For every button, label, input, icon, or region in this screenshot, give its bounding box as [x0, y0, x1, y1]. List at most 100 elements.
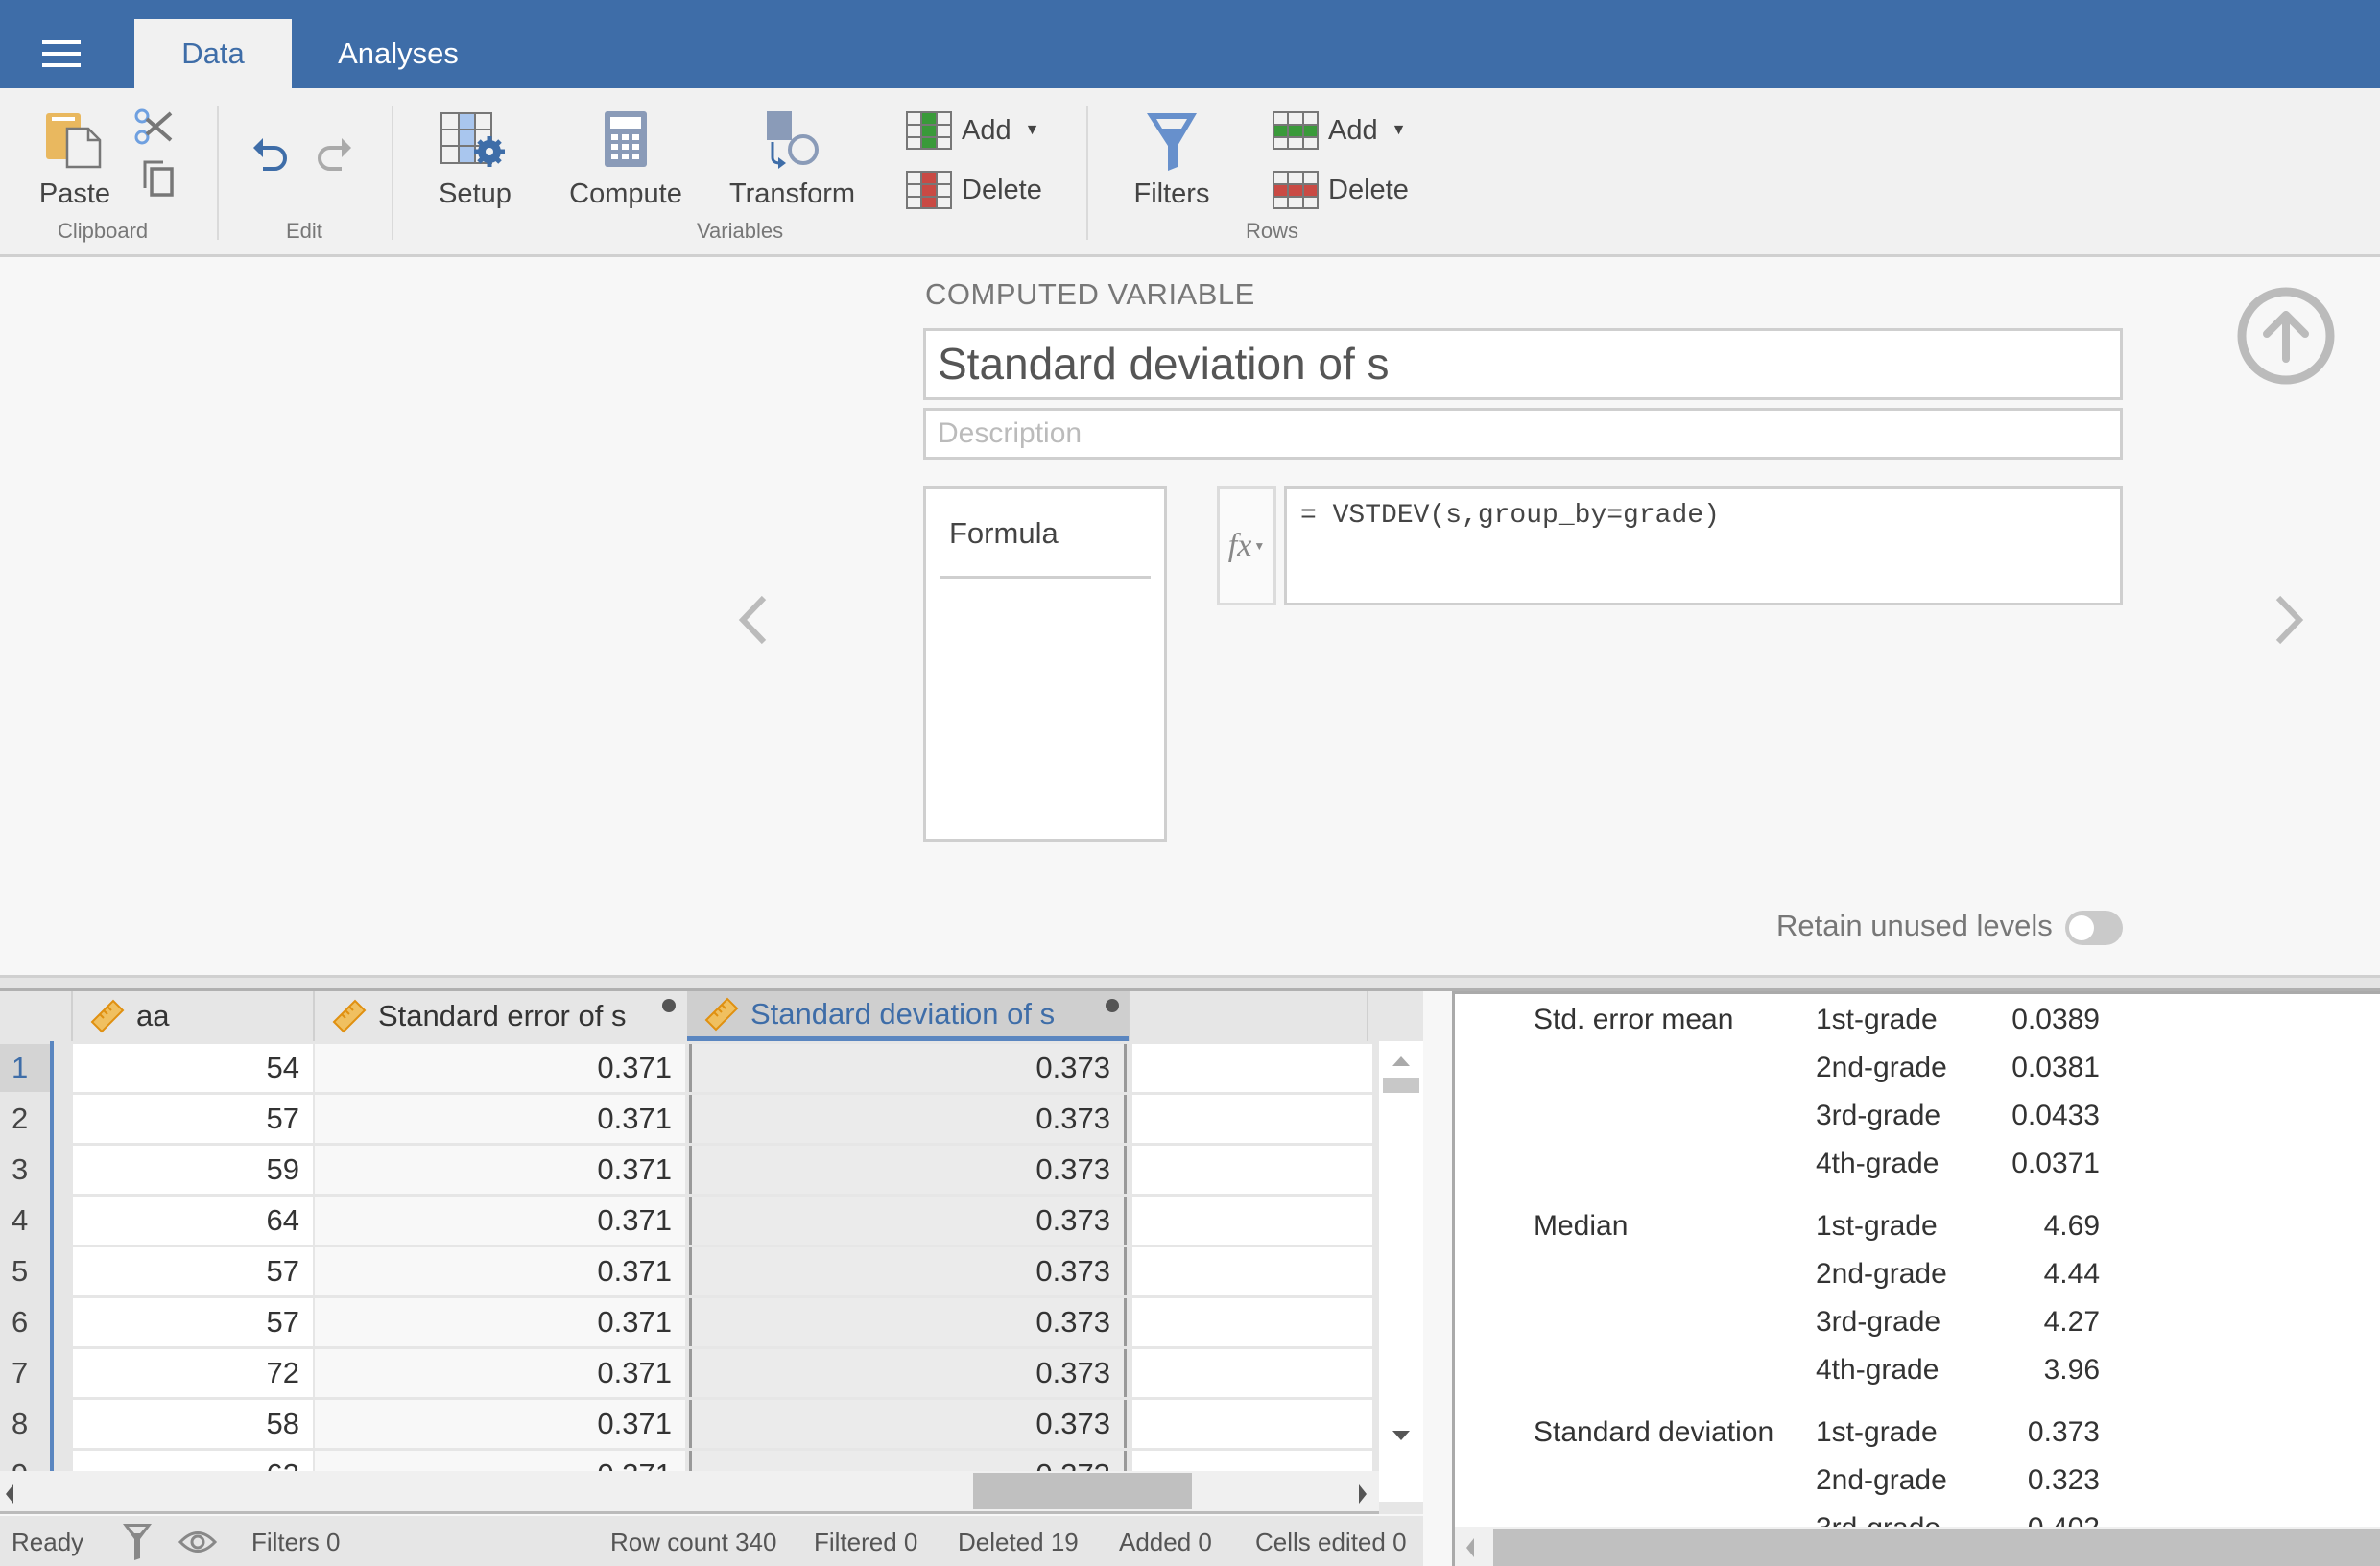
cell-standard-error[interactable]: 0.371 — [315, 1298, 685, 1346]
cell-aa[interactable]: 57 — [73, 1247, 313, 1295]
column-header-standard-error[interactable]: Standard error of s — [313, 991, 685, 1041]
horizontal-scrollbar[interactable] — [0, 1471, 1379, 1514]
previous-variable-button[interactable] — [729, 586, 777, 653]
cell-aa[interactable]: 58 — [73, 1400, 313, 1448]
filters-button[interactable]: Filters — [1129, 111, 1215, 210]
results-horizontal-scrollbar[interactable] — [1455, 1527, 2380, 1566]
retain-unused-levels-toggle[interactable] — [2065, 911, 2123, 945]
cell-aa[interactable]: 57 — [73, 1298, 313, 1346]
status-ready: Ready — [12, 1528, 84, 1556]
row-number[interactable]: 4 — [0, 1197, 50, 1245]
result-value: 4.69 — [2043, 1210, 2100, 1242]
cell-aa[interactable]: 64 — [73, 1197, 313, 1245]
column-header-aa[interactable]: aa — [71, 991, 313, 1041]
result-group-label: 3rd-grade — [1816, 1306, 1941, 1338]
cell-standard-deviation[interactable]: 0.373 — [689, 1095, 1127, 1143]
cell-standard-deviation[interactable]: 0.373 — [689, 1247, 1127, 1295]
row-number[interactable]: 1 — [0, 1044, 50, 1092]
add-row-label: Add — [1328, 114, 1378, 146]
cell-standard-deviation[interactable]: 0.373 — [689, 1197, 1127, 1245]
cell-aa[interactable]: 59 — [73, 1146, 313, 1194]
status-bar: Ready Filters 0 Row count 340 Filtered 0… — [0, 1516, 1423, 1566]
result-group-label: 2nd-grade — [1816, 1052, 1947, 1083]
column-header-empty[interactable] — [1129, 991, 1368, 1041]
scrollbar-thumb[interactable] — [973, 1473, 1192, 1509]
description-input[interactable]: Description — [923, 408, 2123, 460]
cell-aa[interactable]: 57 — [73, 1095, 313, 1143]
scroll-left-icon — [6, 1484, 13, 1504]
retain-unused-levels-label: Retain unused levels — [1776, 909, 2053, 942]
cell-empty[interactable] — [1132, 1146, 1372, 1194]
cell-standard-error[interactable]: 0.371 — [315, 1400, 685, 1448]
cell-standard-deviation[interactable]: 0.373 — [689, 1146, 1127, 1194]
cell-standard-deviation[interactable]: 0.373 — [689, 1044, 1127, 1092]
cell-standard-error[interactable]: 0.371 — [315, 1146, 685, 1194]
tab-analyses[interactable]: Analyses — [317, 19, 480, 88]
copy-button[interactable] — [142, 159, 175, 205]
setup-button[interactable]: Setup — [432, 111, 518, 210]
ribbon: Paste Clipboard Edit Setup Compute Trans… — [0, 88, 2380, 257]
cell-empty[interactable] — [1132, 1044, 1372, 1092]
cell-standard-error[interactable]: 0.371 — [315, 1247, 685, 1295]
variable-name-input[interactable]: Standard deviation of s — [923, 328, 2123, 400]
setup-icon — [440, 112, 505, 167]
cell-empty[interactable] — [1132, 1197, 1372, 1245]
compute-button[interactable]: Compute — [568, 111, 683, 210]
cell-standard-error[interactable]: 0.371 — [315, 1349, 685, 1397]
cell-empty[interactable] — [1132, 1298, 1372, 1346]
row-number[interactable]: 2 — [0, 1095, 50, 1143]
cell-standard-error[interactable]: 0.371 — [315, 1197, 685, 1245]
setup-label: Setup — [439, 178, 512, 209]
row-number[interactable]: 8 — [0, 1400, 50, 1448]
arrow-up-circle-icon — [2237, 287, 2335, 385]
paste-button[interactable]: Paste — [38, 109, 111, 210]
collapse-editor-button[interactable] — [2236, 286, 2336, 386]
cell-standard-error[interactable]: 0.371 — [315, 1044, 685, 1092]
undo-button[interactable] — [251, 134, 292, 182]
result-group-label: 1st-grade — [1816, 1210, 1938, 1242]
delete-row-button[interactable]: Delete — [1273, 171, 1409, 209]
cell-standard-deviation[interactable]: 0.373 — [689, 1298, 1127, 1346]
redo-button[interactable] — [313, 134, 353, 182]
ruler-icon — [90, 999, 125, 1033]
column-header-standard-deviation[interactable]: Standard deviation of s — [687, 991, 1129, 1041]
row-number[interactable]: 6 — [0, 1298, 50, 1346]
cell-empty[interactable] — [1132, 1349, 1372, 1397]
row-number[interactable]: 7 — [0, 1349, 50, 1397]
cell-standard-deviation[interactable]: 0.373 — [689, 1400, 1127, 1448]
pane-splitter[interactable] — [0, 975, 2380, 991]
eye-icon[interactable] — [178, 1528, 217, 1556]
group-label-variables: Variables — [697, 219, 784, 243]
hamburger-icon[interactable] — [42, 40, 81, 67]
next-variable-button[interactable] — [2265, 586, 2313, 653]
formula-input[interactable]: = VSTDEV(s,group_by=grade) — [1284, 486, 2123, 605]
cell-standard-deviation[interactable]: 0.373 — [689, 1349, 1127, 1397]
scrollbar-thumb[interactable] — [1493, 1529, 2380, 1566]
filter-icon[interactable] — [121, 1522, 154, 1560]
cut-button[interactable] — [134, 107, 177, 154]
row-number[interactable]: 5 — [0, 1247, 50, 1295]
cell-aa[interactable]: 54 — [73, 1044, 313, 1092]
function-picker-button[interactable]: fx ▼ — [1217, 486, 1276, 605]
cell-empty[interactable] — [1132, 1400, 1372, 1448]
dropdown-caret-icon: ▼ — [1024, 122, 1040, 138]
cell-empty[interactable] — [1132, 1247, 1372, 1295]
delete-variable-button[interactable]: Delete — [906, 171, 1042, 209]
column-name: Standard deviation of s — [750, 996, 1056, 1031]
scroll-down-icon — [1392, 1431, 1410, 1440]
fx-icon: fx — [1227, 528, 1252, 563]
cell-empty[interactable] — [1132, 1095, 1372, 1143]
cell-aa[interactable]: 72 — [73, 1349, 313, 1397]
add-variable-button[interactable]: Add ▼ — [906, 111, 1039, 150]
status-filters: Filters 0 — [251, 1528, 341, 1556]
tab-data[interactable]: Data — [134, 19, 292, 88]
paste-icon — [46, 113, 102, 169]
vertical-scrollbar[interactable] — [1379, 1041, 1423, 1502]
scrollbar-thumb[interactable] — [1383, 1078, 1419, 1093]
status-cells-edited: Cells edited 0 — [1255, 1528, 1407, 1556]
transform-button[interactable]: Transform — [729, 111, 855, 210]
add-row-button[interactable]: Add ▼ — [1273, 111, 1406, 150]
scissors-icon — [134, 108, 173, 145]
row-number[interactable]: 3 — [0, 1146, 50, 1194]
cell-standard-error[interactable]: 0.371 — [315, 1095, 685, 1143]
